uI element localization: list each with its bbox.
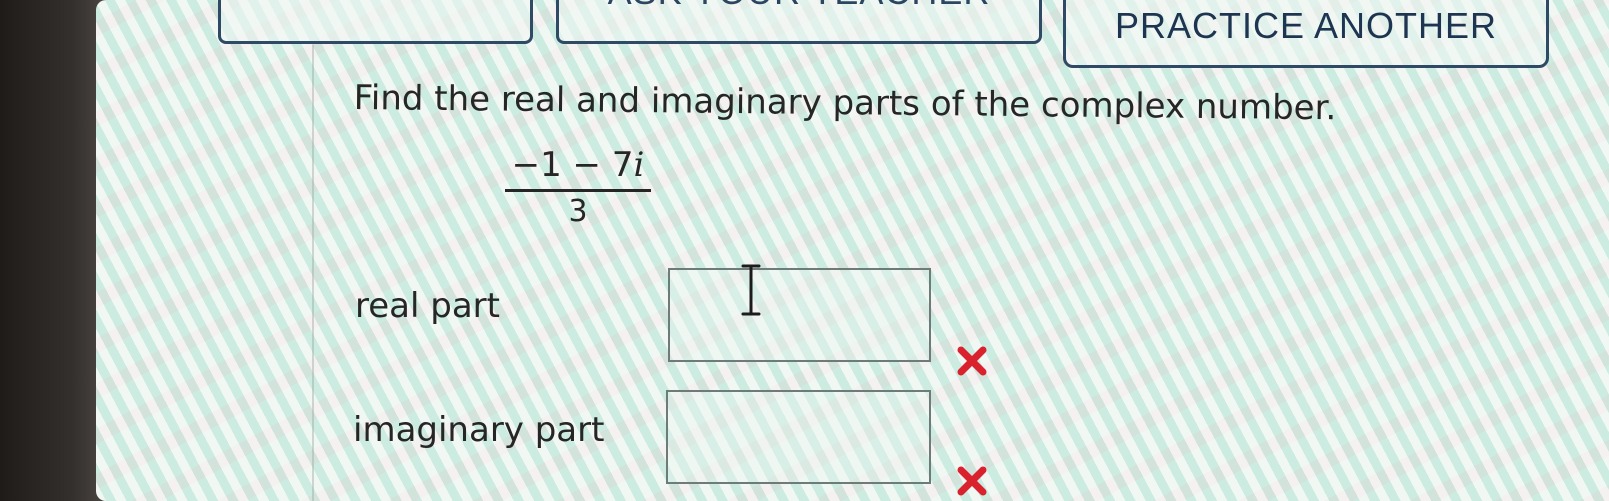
incorrect-real-icon	[957, 346, 987, 376]
imaginary-part-input[interactable]	[666, 390, 931, 484]
fraction-denominator: 3	[568, 194, 588, 229]
text-cursor-icon	[741, 264, 761, 316]
complex-number-fraction: −1 − 7i 3	[505, 145, 651, 232]
real-part-label: real part	[355, 286, 500, 326]
incorrect-imaginary-icon	[957, 466, 987, 496]
real-part-input[interactable]	[668, 268, 931, 362]
fraction-numerator: −1 − 7i	[505, 145, 651, 189]
ask-your-teacher-button[interactable]: ASK YOUR TEACHER	[556, 0, 1042, 44]
practice-another-button[interactable]: PRACTICE ANOTHER	[1063, 0, 1549, 68]
imaginary-unit: i	[633, 145, 645, 185]
practice-another-label: PRACTICE ANOTHER	[1114, 5, 1498, 46]
monitor-bezel	[0, 0, 104, 501]
numerator-text: −1 − 7	[511, 145, 634, 185]
toolbar-button-left[interactable]	[218, 0, 533, 44]
imaginary-part-label: imaginary part	[353, 410, 605, 450]
content-divider	[312, 45, 314, 501]
ask-your-teacher-label: ASK YOUR TEACHER	[608, 0, 991, 13]
